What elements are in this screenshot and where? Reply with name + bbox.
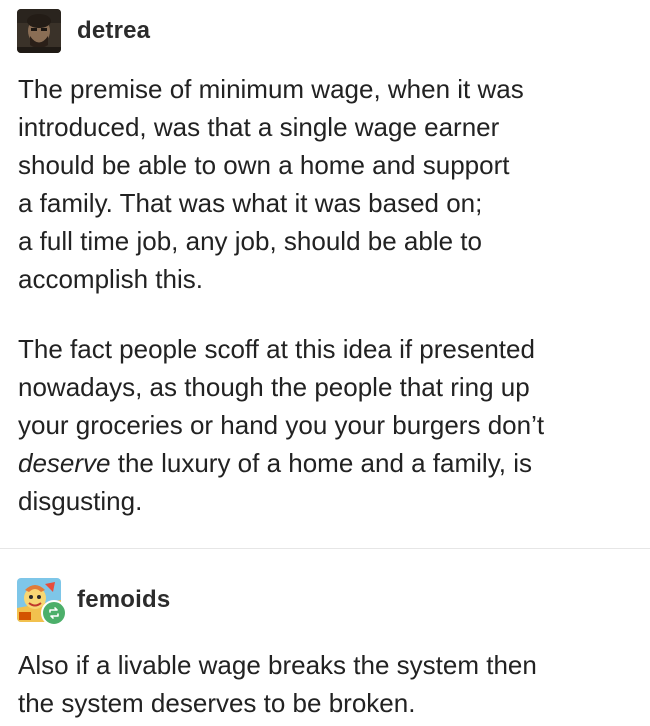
text-line: disgusting. bbox=[18, 486, 143, 516]
emphasized-word: deserve bbox=[18, 448, 111, 478]
text-line: nowadays, as though the people that ring… bbox=[18, 372, 530, 402]
username[interactable]: detrea bbox=[77, 17, 150, 45]
text-line: introduced, was that a single wage earne… bbox=[18, 112, 500, 142]
post-paragraph: The premise of minimum wage, when it was… bbox=[18, 70, 638, 298]
post-header: detrea bbox=[17, 9, 150, 53]
text-line: The fact people scoff at this idea if pr… bbox=[18, 334, 535, 364]
text-line: The premise of minimum wage, when it was bbox=[18, 74, 524, 104]
user-avatar[interactable] bbox=[17, 578, 67, 626]
reblog-badge bbox=[41, 600, 67, 626]
text-fragment: the luxury of a home and a family, is bbox=[110, 448, 532, 478]
text-line: a full time job, any job, should be able… bbox=[18, 226, 482, 256]
post-detrea: detrea The premise of minimum wage, when… bbox=[0, 0, 650, 548]
text-line: accomplish this. bbox=[18, 264, 203, 294]
user-avatar[interactable] bbox=[17, 9, 61, 53]
post-paragraph: The fact people scoff at this idea if pr… bbox=[18, 330, 638, 520]
post-paragraph: Also if a livable wage breaks the system… bbox=[18, 646, 638, 722]
reblog-icon bbox=[49, 607, 59, 619]
post-femoids: femoids Also if a livable wage breaks th… bbox=[0, 549, 650, 726]
text-line: your groceries or hand you your burgers … bbox=[18, 410, 545, 440]
post-header: femoids bbox=[17, 578, 170, 626]
text-line: the system deserves to be broken. bbox=[18, 688, 416, 718]
user-avatar-photo-icon bbox=[17, 9, 61, 53]
text-line: should be able to own a home and support bbox=[18, 150, 510, 180]
username[interactable]: femoids bbox=[77, 586, 170, 614]
text-line-with-emphasis: deserve the luxury of a home and a famil… bbox=[18, 444, 638, 482]
text-line: Also if a livable wage breaks the system… bbox=[18, 650, 537, 680]
text-line: a family. That was what it was based on; bbox=[18, 188, 483, 218]
